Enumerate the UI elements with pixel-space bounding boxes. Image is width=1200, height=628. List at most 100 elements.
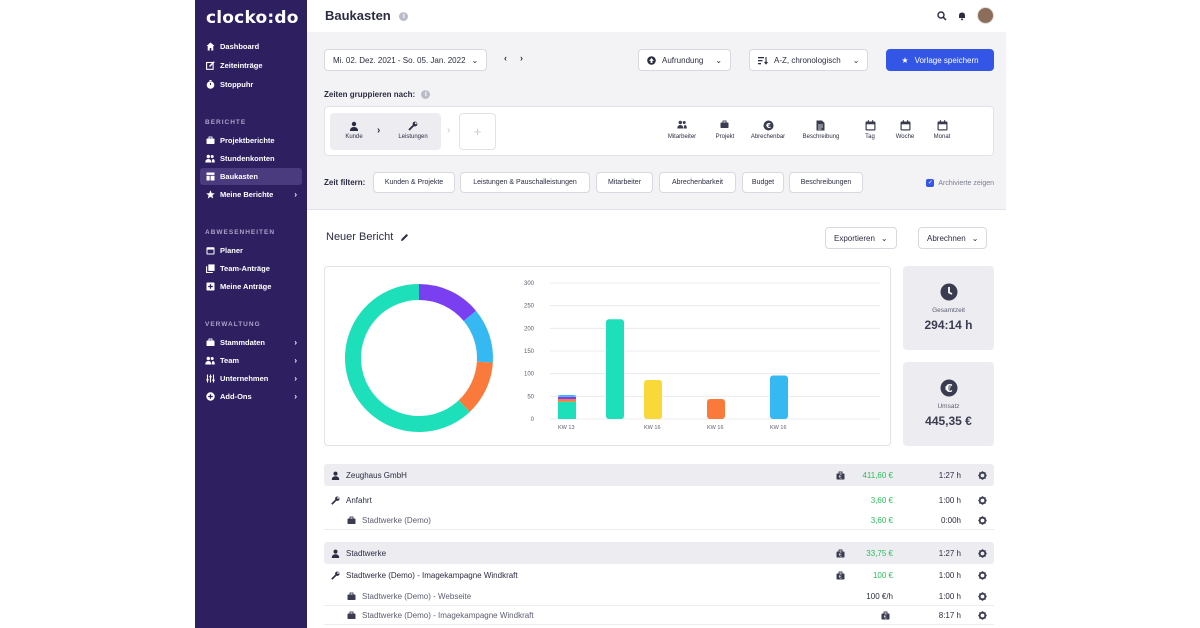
add-grouping-button[interactable]: + bbox=[459, 113, 496, 150]
sidebar-item-stammdaten[interactable]: Stammdaten › bbox=[200, 334, 302, 351]
gear-icon[interactable] bbox=[978, 571, 987, 580]
date-range-select[interactable]: Mi. 02. Dez. 2021 - So. 05. Jan. 2022 ⌄ bbox=[324, 49, 488, 71]
export-button[interactable]: Exportieren ⌄ bbox=[825, 227, 897, 249]
billing-button[interactable]: Abrechnen ⌄ bbox=[918, 227, 988, 249]
wrench-icon bbox=[408, 121, 418, 131]
grouping-option-monat[interactable]: Monat bbox=[920, 120, 964, 140]
sidebar-section-title: VERWALTUNG bbox=[205, 321, 261, 328]
report-row[interactable]: Zeughaus GmbH €411,60 € 1:27 h bbox=[324, 464, 994, 486]
billable-bag-icon: € bbox=[881, 611, 890, 620]
grouping-option-label: Projekt bbox=[715, 134, 735, 140]
rounding-select[interactable]: Aufrundung ⌄ bbox=[638, 49, 732, 71]
info-icon[interactable]: i bbox=[399, 12, 409, 22]
filter-chip[interactable]: Abrechenbarkeit bbox=[659, 172, 736, 193]
plus-circle-icon bbox=[205, 392, 215, 402]
prev-range-button[interactable]: ‹ bbox=[504, 53, 507, 63]
gear-icon[interactable] bbox=[978, 548, 987, 558]
grouping-chip-kunde[interactable]: Kunde bbox=[334, 121, 374, 140]
sidebar-item-stundenkonten[interactable]: Stundenkonten bbox=[200, 150, 302, 167]
bar[interactable] bbox=[558, 394, 576, 397]
app-frame: clocko:do Dashboard Zeiteinträge Stoppuhr B… bbox=[195, 0, 1006, 628]
grouping-option-projekt[interactable]: Projekt bbox=[703, 120, 747, 140]
sidebar-item-team[interactable]: Team › bbox=[200, 352, 302, 369]
user-icon bbox=[349, 121, 359, 131]
sorting-label: A-Z, chronologisch bbox=[774, 55, 841, 65]
row-label: Stadtwerke (Demo) - Imagekampagne Windkr… bbox=[362, 610, 534, 620]
sidebar-item-projektberichte[interactable]: Projektberichte bbox=[200, 132, 302, 149]
sidebar-item-label: Planer bbox=[220, 246, 243, 255]
report-row[interactable]: Anfahrt 3,60 € 1:00 h bbox=[324, 491, 994, 510]
gear-icon[interactable] bbox=[978, 496, 987, 505]
total-time-card: Gesamtzeit 294:14 h bbox=[903, 266, 994, 350]
save-template-button[interactable]: ★ Vorlage speichern bbox=[886, 49, 994, 71]
row-label: Zeughaus GmbH bbox=[346, 470, 407, 480]
filter-chip[interactable]: Budget bbox=[742, 172, 784, 193]
sidebar-item-label: Meine Anträge bbox=[220, 282, 272, 291]
billing-label: Abrechnen bbox=[927, 233, 966, 243]
sidebar-item-meine-anträge[interactable]: Meine Anträge bbox=[200, 278, 302, 295]
bar[interactable] bbox=[644, 380, 662, 419]
donut-slice[interactable] bbox=[419, 284, 477, 322]
sidebar-item-baukasten[interactable]: Baukasten bbox=[200, 168, 302, 185]
donut-slice[interactable] bbox=[463, 310, 493, 363]
sidebar-item-zeiteinträge[interactable]: Zeiteinträge bbox=[200, 57, 302, 74]
search-icon[interactable] bbox=[937, 10, 947, 21]
sidebar-item-label: Dashboard bbox=[220, 42, 260, 51]
avatar[interactable] bbox=[977, 7, 994, 24]
grouping-option-mitarbeiter[interactable]: Mitarbeiter bbox=[660, 120, 704, 140]
sidebar-item-planer[interactable]: Planer bbox=[200, 242, 302, 259]
filter-chip[interactable]: Leistungen & Pauschalleistungen bbox=[460, 172, 590, 193]
grouping-chip-label: Kunde bbox=[345, 134, 363, 140]
gear-icon[interactable] bbox=[978, 515, 987, 525]
grouping-option-label: Beschreibung bbox=[802, 134, 840, 140]
sorting-select[interactable]: A-Z, chronologisch ⌄ bbox=[749, 49, 869, 71]
sidebar-item-stoppuhr[interactable]: Stoppuhr bbox=[200, 76, 302, 93]
sidebar-item-dashboard[interactable]: Dashboard bbox=[200, 38, 302, 55]
row-time: 1:27 h bbox=[938, 470, 961, 480]
filter-chip[interactable]: Beschreibungen bbox=[789, 172, 863, 193]
logo[interactable]: clocko:do bbox=[206, 8, 299, 28]
bar[interactable] bbox=[707, 399, 725, 419]
bell-icon[interactable] bbox=[957, 11, 967, 21]
bar[interactable] bbox=[606, 319, 624, 419]
archived-label: Archivierte zeigen bbox=[938, 179, 994, 187]
gear-icon[interactable] bbox=[978, 470, 987, 480]
info-icon[interactable]: i bbox=[421, 90, 431, 100]
report-row[interactable]: Stadtwerke (Demo) 3,60 € 0:00h bbox=[324, 511, 994, 530]
sidebar-item-label: Stoppuhr bbox=[220, 80, 254, 89]
revenue-value: 445,35 € bbox=[925, 414, 972, 428]
pencil-icon[interactable] bbox=[400, 233, 409, 242]
sidebar-item-meine-berichte[interactable]: Meine Berichte › bbox=[200, 186, 302, 203]
grouping-chip-leistungen[interactable]: Leistungen bbox=[393, 121, 433, 140]
grouping-option-abrechenbar[interactable]: € Abrechenbar bbox=[746, 120, 790, 140]
report-title-text: Neuer Bericht bbox=[326, 231, 394, 243]
layout-icon bbox=[205, 172, 215, 182]
bar[interactable] bbox=[770, 375, 788, 419]
grouping-option-beschreibung[interactable]: Beschreibung bbox=[799, 120, 843, 140]
sidebar-item-team-anträge[interactable]: Team-Anträge bbox=[200, 260, 302, 277]
wrench-icon bbox=[330, 496, 340, 506]
sidebar-item-add-ons[interactable]: Add-Ons › bbox=[200, 388, 302, 405]
sidebar-item-unternehmen[interactable]: Unternehmen › bbox=[200, 370, 302, 387]
row-time: 0:00h bbox=[940, 515, 961, 525]
bar[interactable] bbox=[558, 401, 576, 419]
report-row[interactable]: Stadtwerke (Demo) - Imagekampagne Windkr… bbox=[324, 566, 994, 585]
report-row[interactable]: Stadtwerke (Demo) - Webseite 100 €/h 1:00 … bbox=[324, 587, 994, 606]
checkbox-checked-icon[interactable]: ✓ bbox=[926, 179, 935, 187]
bar[interactable] bbox=[558, 399, 576, 402]
gear-icon[interactable] bbox=[978, 610, 987, 620]
filter-chip[interactable]: Kunden & Projekte bbox=[373, 172, 455, 193]
y-tick-label: 250 bbox=[524, 304, 535, 310]
grouping-label: Zeiten gruppieren nach: i bbox=[324, 90, 431, 100]
gear-icon[interactable] bbox=[978, 591, 987, 601]
filter-chip[interactable]: Mitarbeiter bbox=[596, 172, 653, 193]
row-amount: 100 € bbox=[872, 571, 893, 580]
row-label: Stadtwerke (Demo) - Webseite bbox=[362, 591, 472, 601]
report-row[interactable]: Stadtwerke (Demo) - Imagekampagne Windkr… bbox=[324, 606, 994, 625]
bar[interactable] bbox=[558, 396, 576, 400]
report-row[interactable]: Stadtwerke €33,75 € 1:27 h bbox=[324, 542, 994, 564]
donut-slice[interactable] bbox=[458, 361, 493, 412]
next-range-button[interactable]: › bbox=[520, 53, 523, 63]
archived-toggle[interactable]: ✓ Archivierte zeigen bbox=[926, 179, 994, 187]
y-tick-label: 0 bbox=[531, 417, 535, 423]
